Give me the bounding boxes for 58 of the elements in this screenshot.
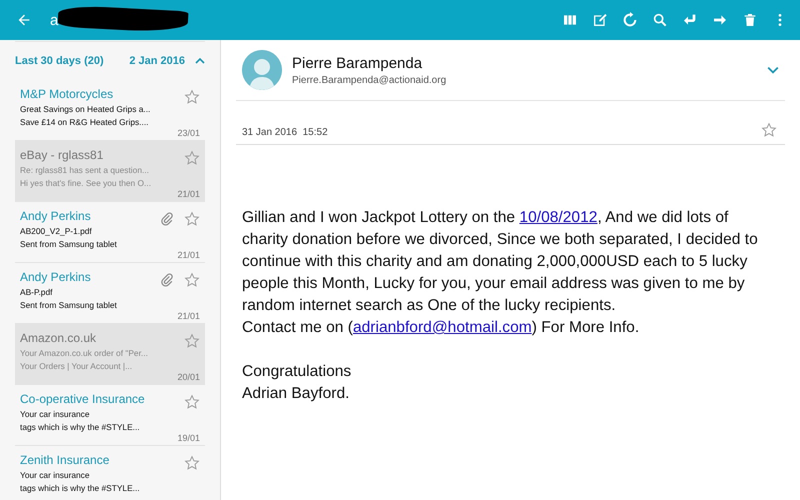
refresh-icon[interactable] xyxy=(622,12,638,28)
message-preview: Sent from Samsung tablet xyxy=(20,238,118,251)
star-icon[interactable] xyxy=(184,272,200,288)
avatar-icon xyxy=(242,50,282,90)
message-preview: Your Orders | Your Account |... xyxy=(20,360,134,373)
message-preview: tags which is why the #STYLE... xyxy=(20,421,141,434)
sender-name: Co-operative Insurance xyxy=(20,392,146,406)
email-link[interactable]: 10/08/2012 xyxy=(519,209,598,226)
star-icon[interactable] xyxy=(184,455,200,471)
star-icon[interactable] xyxy=(184,333,200,349)
message-subject: Re: rglass81 has sent a question... xyxy=(20,164,150,177)
body-paragraph: Gillian and I won Jackpot Lottery on the 10/08/2012, And we did lots of charity donation before we divorced, Since we both separated, I decided to continue with this charity and am donating 2,000,000USD each to 5 lucky people this Month, Lucky for you, your email address was given to me by random internet search as One of the lucky recipients. xyxy=(242,208,759,316)
message-preview: Sent from Samsung tablet xyxy=(20,299,118,312)
star-icon[interactable] xyxy=(184,211,200,227)
sender-name: eBay - rglass81 xyxy=(20,148,104,162)
group-label: Last 30 days (20) xyxy=(15,55,105,67)
chevron-down-icon[interactable] xyxy=(767,64,779,76)
star-icon[interactable] xyxy=(184,394,200,410)
message-date: 21/01 xyxy=(177,189,200,199)
search-icon[interactable] xyxy=(652,12,668,28)
body-paragraph: Congratulations xyxy=(242,362,352,382)
body-paragraph: Contact me on (adrianbford@hotmail.com) For More Info. xyxy=(242,318,640,338)
sender-name: M&P Motorcycles xyxy=(20,87,114,101)
delete-icon[interactable] xyxy=(742,12,758,28)
window-title: a xyxy=(50,12,58,28)
message-preview: Hi yes that's fine. See you then O... xyxy=(20,177,152,190)
back-icon[interactable] xyxy=(16,12,32,28)
collapse-icon[interactable] xyxy=(195,56,205,66)
star-icon[interactable] xyxy=(184,89,200,105)
message-item[interactable]: Andy Perkins AB200_V2_P-1.pdf Sent from Samsung tablet 21/01 xyxy=(15,202,205,263)
sender-name: Pierre Barampenda xyxy=(292,54,424,72)
star-icon[interactable] xyxy=(761,122,777,138)
message-date: 20/01 xyxy=(177,372,200,382)
sender-name: Amazon.co.uk xyxy=(20,331,98,345)
sender-email: Pierre.Barampenda@actionaid.org xyxy=(292,74,448,86)
message-preview: Save £14 on R&G Heated Grips.... xyxy=(20,116,150,129)
message-date: 23/01 xyxy=(177,128,200,138)
message-subject: Your car insurance xyxy=(20,469,91,482)
sender-name: Andy Perkins xyxy=(20,209,92,223)
message-subject: AB200_V2_P-1.pdf xyxy=(20,225,93,238)
star-icon[interactable] xyxy=(184,150,200,166)
message-date: 21/01 xyxy=(177,250,200,260)
body-paragraph: Adrian Bayford. xyxy=(242,384,350,404)
message-subject: Your Amazon.co.uk order of "Per... xyxy=(20,347,149,360)
message-subject: Your car insurance xyxy=(20,408,91,421)
sent-date: 31 Jan 2016 15:52 xyxy=(242,127,328,138)
message-subject: AB-P.pdf xyxy=(20,286,54,299)
sender-name: Andy Perkins xyxy=(20,270,92,284)
email-link[interactable]: adrianbford@hotmail.com xyxy=(352,319,532,336)
message-item[interactable]: Zenith Insurance Your car insurance tags which is why the #STYLE... xyxy=(15,446,205,500)
message-date: 19/01 xyxy=(177,433,200,443)
message-subject: Great Savings on Heated Grips a... xyxy=(20,103,152,116)
message-preview: tags which is why the #STYLE... xyxy=(20,482,141,495)
message-date: 21/01 xyxy=(177,311,200,321)
sender-name: Zenith Insurance xyxy=(20,453,110,467)
message-item[interactable]: Co-operative Insurance Your car insurance tags which is why the #STYLE... 19/01 xyxy=(15,385,205,446)
group-date: 2 Jan 2016 xyxy=(129,55,185,67)
compose-icon[interactable] xyxy=(592,12,608,28)
